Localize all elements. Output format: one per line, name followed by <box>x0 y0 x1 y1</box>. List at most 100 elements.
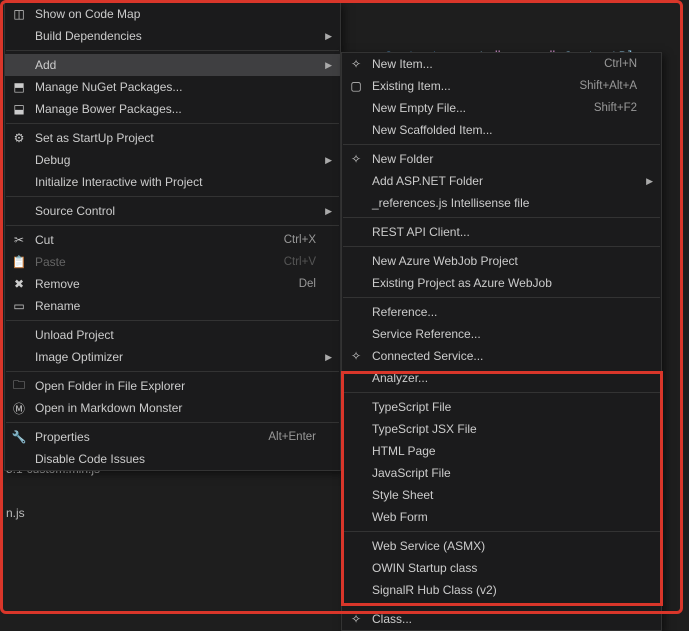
chevron-right-icon: ▶ <box>325 206 332 217</box>
menu-item-unload-project[interactable]: Unload Project <box>5 324 340 346</box>
menu-item-label: Source Control <box>35 204 316 218</box>
menu-item-shortcut: Del <box>299 278 316 290</box>
menu-item-add-asp-net-folder[interactable]: Add ASP.NET Folder▶ <box>342 170 661 192</box>
nuget-icon: ⬒ <box>11 79 27 95</box>
menu-item-source-control[interactable]: Source Control ▶ <box>5 200 340 222</box>
menu-item-manage-nuget-packages[interactable]: ⬒ Manage NuGet Packages... <box>5 76 340 98</box>
menu-item-analyzer[interactable]: Analyzer... <box>342 367 661 389</box>
separator <box>343 392 660 393</box>
menu-item-html-page[interactable]: HTML Page <box>342 440 661 462</box>
menu-item-label: New Azure WebJob Project <box>372 254 637 268</box>
menu-item-label: Build Dependencies <box>35 29 316 43</box>
chevron-right-icon: ▶ <box>325 155 332 166</box>
menu-item-label: _references.js Intellisense file <box>372 196 637 210</box>
separator <box>6 320 339 321</box>
menu-item-shortcut: Alt+Enter <box>268 431 316 443</box>
menu-item-existing-item[interactable]: ▢ Existing Item...Shift+Alt+A <box>342 75 661 97</box>
menu-item-shortcut: Shift+F2 <box>594 102 637 114</box>
menu-item-image-optimizer[interactable]: Image Optimizer ▶ <box>5 346 340 368</box>
menu-item-owin-startup-class[interactable]: OWIN Startup class <box>342 557 661 579</box>
menu-item-new-empty-file[interactable]: New Empty File...Shift+F2 <box>342 97 661 119</box>
menu-item-show-on-code-map[interactable]: ◫Show on Code Map <box>5 3 340 25</box>
separator <box>6 50 339 51</box>
menu-item-open-in-markdown-monster[interactable]: ⓂOpen in Markdown Monster <box>5 397 340 419</box>
menu-item-label: Connected Service... <box>372 349 637 363</box>
menu-item-label: Initialize Interactive with Project <box>35 175 316 189</box>
menu-item-add[interactable]: Add▶ <box>5 54 340 76</box>
paste-icon: 📋 <box>11 254 27 270</box>
menu-item-cut[interactable]: ✂CutCtrl+X <box>5 229 340 251</box>
mm-icon: Ⓜ <box>11 400 27 416</box>
menu-item-label: Image Optimizer <box>35 350 316 364</box>
menu-item-web-form[interactable]: Web Form <box>342 506 661 528</box>
menu-item-new-folder[interactable]: ✧New Folder <box>342 148 661 170</box>
menu-item-rest-api-client[interactable]: REST API Client... <box>342 221 661 243</box>
context-menu[interactable]: ◫Show on Code MapBuild Dependencies▶Add▶… <box>4 2 341 471</box>
separator <box>343 246 660 247</box>
menu-item-rename[interactable]: ▭Rename <box>5 295 340 317</box>
menu-item-new-scaffolded-item[interactable]: New Scaffolded Item... <box>342 119 661 141</box>
menu-item-reference[interactable]: Reference... <box>342 301 661 323</box>
separator <box>6 123 339 124</box>
menu-item-label: REST API Client... <box>372 225 637 239</box>
menu-item-set-as-startup-project[interactable]: ⚙Set as StartUp Project <box>5 127 340 149</box>
chevron-right-icon: ▶ <box>325 352 332 363</box>
menu-item-references-js-intellisense-file[interactable]: _references.js Intellisense file <box>342 192 661 214</box>
separator <box>343 217 660 218</box>
menu-item-new-azure-webjob-project[interactable]: New Azure WebJob Project <box>342 250 661 272</box>
menu-item-typescript-jsx-file[interactable]: TypeScript JSX File <box>342 418 661 440</box>
menu-item-service-reference[interactable]: Service Reference... <box>342 323 661 345</box>
menu-item-label: Disable Code Issues <box>35 452 316 466</box>
menu-item-shortcut: Ctrl+N <box>604 58 637 70</box>
menu-item-open-folder-in-file-explorer[interactable]: 🗀 Open Folder in File Explorer <box>5 375 340 397</box>
separator <box>343 297 660 298</box>
menu-item-label: Manage NuGet Packages... <box>35 80 316 94</box>
menu-item-label: Existing Item... <box>372 79 579 93</box>
chevron-right-icon: ▶ <box>325 60 332 71</box>
menu-item-remove[interactable]: ✖RemoveDel <box>5 273 340 295</box>
menu-item-label: Remove <box>35 277 299 291</box>
menu-item-style-sheet[interactable]: Style Sheet <box>342 484 661 506</box>
menu-item-disable-code-issues[interactable]: Disable Code Issues <box>5 448 340 470</box>
separator <box>6 196 339 197</box>
menu-item-properties[interactable]: 🔧 PropertiesAlt+Enter <box>5 426 340 448</box>
folder-icon: 🗀 <box>11 378 27 394</box>
startup-icon: ⚙ <box>11 130 27 146</box>
menu-item-shortcut: Shift+Alt+A <box>579 80 637 92</box>
menu-item-label: SignalR Hub Class (v2) <box>372 583 637 597</box>
menu-item-connected-service[interactable]: ✧ Connected Service... <box>342 345 661 367</box>
connected-icon: ✧ <box>348 348 364 364</box>
menu-item-label: Style Sheet <box>372 488 637 502</box>
existitem-icon: ▢ <box>348 78 364 94</box>
menu-item-new-item[interactable]: ✧New Item...Ctrl+N <box>342 53 661 75</box>
menu-item-label: Paste <box>35 255 284 269</box>
menu-item-javascript-file[interactable]: JavaScript File <box>342 462 661 484</box>
separator <box>6 225 339 226</box>
menu-item-label: New Scaffolded Item... <box>372 123 637 137</box>
menu-item-debug[interactable]: Debug▶ <box>5 149 340 171</box>
menu-item-label: Cut <box>35 233 284 247</box>
menu-item-existing-project-as-azure-webjob[interactable]: Existing Project as Azure WebJob <box>342 272 661 294</box>
chevron-right-icon: ▶ <box>325 31 332 42</box>
menu-item-build-dependencies[interactable]: Build Dependencies ▶ <box>5 25 340 47</box>
menu-item-label: Properties <box>35 430 268 444</box>
menu-item-label: Rename <box>35 299 316 313</box>
menu-item-signalr-hub-class-v2[interactable]: SignalR Hub Class (v2) <box>342 579 661 601</box>
menu-item-label: TypeScript File <box>372 400 637 414</box>
add-submenu[interactable]: ✧New Item...Ctrl+N▢Existing Item...Shift… <box>341 52 662 631</box>
menu-item-manage-bower-packages[interactable]: ⬓Manage Bower Packages... <box>5 98 340 120</box>
menu-item-label: Web Form <box>372 510 637 524</box>
menu-item-label: Open Folder in File Explorer <box>35 379 316 393</box>
menu-item-label: Manage Bower Packages... <box>35 102 316 116</box>
menu-item-label: Service Reference... <box>372 327 637 341</box>
class-icon: ✧ <box>348 611 364 627</box>
map-icon: ◫ <box>11 6 27 22</box>
menu-item-class[interactable]: ✧Class... <box>342 608 661 630</box>
wrench-icon: 🔧 <box>11 429 27 445</box>
chevron-right-icon: ▶ <box>646 176 653 187</box>
newfolder-icon: ✧ <box>348 151 364 167</box>
menu-item-typescript-file[interactable]: TypeScript File <box>342 396 661 418</box>
menu-item-label: Reference... <box>372 305 637 319</box>
menu-item-web-service-asmx[interactable]: Web Service (ASMX) <box>342 535 661 557</box>
menu-item-initialize-interactive-with-project[interactable]: Initialize Interactive with Project <box>5 171 340 193</box>
